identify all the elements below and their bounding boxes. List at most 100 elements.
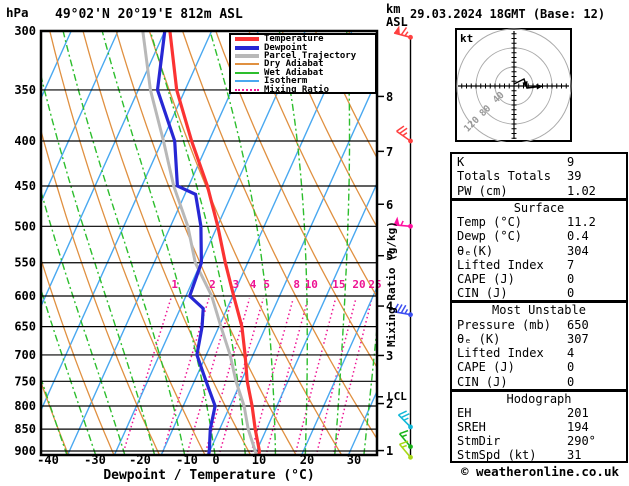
km-tick-label: 6 [386, 198, 393, 212]
mixing-ratio-label: 5 [263, 278, 270, 291]
table-row-value: 31 [567, 448, 582, 462]
temp-tick-label: -20 [129, 453, 151, 467]
pressure-tick-label: 600 [14, 289, 36, 303]
lcl-label: LCL [387, 390, 407, 403]
dry-adiabat-line [82, 30, 252, 456]
table-title: Hodograph [506, 392, 572, 406]
hodograph-unit-label: kt [460, 32, 473, 45]
wet-adiabat-line [0, 31, 11, 455]
table-title: Most Unstable [492, 303, 586, 318]
pressure-tick-label: 550 [14, 256, 36, 270]
dry-adiabat-line [181, 30, 377, 440]
table-row-label: Lifted Index [457, 346, 544, 361]
km-tick-label: 3 [386, 349, 393, 363]
table-row-label: StmDir [457, 434, 501, 448]
pressure-tick-label: 400 [14, 134, 36, 148]
x-axis-title: Dewpoint / Temperature (°C) [103, 468, 315, 483]
mixing-ratio-label: 20 [352, 278, 365, 291]
table-row-value: 0 [567, 374, 575, 389]
pressure-tick-label: 800 [14, 399, 36, 413]
table-row: SREH 194 [452, 420, 626, 434]
legend-swatch-thick [235, 45, 259, 50]
table-row-label: Pressure (mb) [457, 317, 551, 332]
pressure-tick-label: 300 [14, 24, 36, 38]
table-row-value: 11.2 [567, 215, 596, 230]
table-row-label: θₑ(K) [457, 243, 494, 258]
surface-table: Surface Temp (°C) 11.2 Dewp (°C) 0.4 θₑ(K) 304… [450, 199, 628, 302]
table-row: CAPE (J) 0 [452, 272, 626, 286]
mixing-ratio-label: 4 [250, 278, 257, 291]
mixing-ratio-line [332, 298, 373, 456]
table-row-label: CAPE (J) [457, 271, 515, 286]
table-row-value: 39 [567, 169, 582, 183]
mixing-ratio-line [121, 298, 172, 456]
table-row-value: 194 [567, 420, 589, 434]
table-row-value: 650 [567, 317, 589, 332]
table-row-label: CIN (J) [457, 374, 508, 389]
wet-adiabat-line [334, 30, 351, 456]
table-row: θₑ(K) 304 [452, 244, 626, 258]
table-row-label: K [457, 154, 465, 169]
table-row-value: 307 [567, 331, 589, 346]
legend-swatch-dotted [235, 88, 259, 91]
table-row-value: 4 [567, 346, 575, 361]
table-row: Lifted Index 4 [452, 346, 626, 360]
table-row-label: θₑ (K) [457, 331, 501, 346]
table-row-label: Dewp (°C) [457, 229, 523, 244]
table-row-value: 201 [567, 406, 589, 420]
table-row-label: CIN (J) [457, 285, 508, 300]
table-row: θₑ (K) 307 [452, 332, 626, 346]
table-row-value: 9 [567, 154, 575, 169]
table-row: Lifted Index 7 [452, 258, 626, 272]
wind-barb [393, 25, 413, 40]
table-row-value: 1.02 [567, 183, 596, 198]
table-row-label: StmSpd (kt) [457, 448, 537, 462]
indices-table: K 9 Totals Totals 39 PW (cm) 1.02 [450, 152, 628, 200]
skewt-sounding-page: hPa 49°02'N 20°19'E 812m ASL km ASL 29.0… [0, 0, 629, 486]
table-row: StmSpd (kt) 31 [452, 448, 626, 462]
temp-tick-label: -40 [37, 453, 59, 467]
table-row-label: CAPE (J) [457, 360, 515, 375]
temp-tick-label: 30 [347, 453, 361, 467]
legend-swatch-thin [235, 71, 259, 74]
legend-item: Mixing Ratio [235, 84, 375, 95]
pressure-tick-label: 650 [14, 320, 36, 334]
dry-adiabat-line [314, 30, 377, 160]
table-row-value: 7 [567, 257, 575, 272]
dry-adiabat-line [415, 31, 450, 456]
pressure-tick-label: 750 [14, 374, 36, 388]
table-row: Temp (°C) 11.2 [452, 215, 626, 229]
table-row-value: 304 [567, 243, 589, 258]
legend-swatch-thick [235, 53, 259, 58]
table-row: Pressure (mb) 650 [452, 318, 626, 332]
most-unstable-table: Most Unstable Pressure (mb) 650 θₑ (K) 307 Li… [450, 301, 628, 391]
pressure-tick-label: 450 [14, 179, 36, 193]
pressure-tick-label: 500 [14, 219, 36, 233]
pressure-tick-label: 700 [14, 348, 36, 362]
table-row-label: Lifted Index [457, 257, 544, 272]
table-row: StmDir 290° [452, 434, 626, 448]
legend-swatch-thick [235, 37, 259, 42]
table-row-label: SREH [457, 420, 486, 434]
mixing-ratio-label: 15 [332, 278, 345, 291]
pressure-tick-label: 900 [14, 444, 36, 458]
legend: Temperature Dewpoint Parcel Trajectory Dry … [229, 33, 377, 95]
legend-swatch-thin [235, 63, 259, 66]
skewt-diagram: 1 2 3 4 5 8 10 15 20 2530035040045050055060065070… [0, 24, 450, 467]
legend-label: Mixing Ratio [264, 84, 330, 95]
km-tick-label: 8 [386, 90, 393, 104]
km-tick-label: 1 [386, 444, 393, 458]
hodograph: 4080120kt [455, 28, 572, 142]
pressure-tick-label: 850 [14, 422, 36, 436]
table-row-value: 0 [567, 271, 575, 286]
temp-tick-label: -10 [176, 453, 198, 467]
wet-adiabat-line [62, 30, 186, 456]
table-row: Dewp (°C) 0.4 [452, 229, 626, 243]
table-row: K9 [452, 155, 626, 169]
temp-tick-label: 20 [300, 453, 314, 467]
temp-tick-label: -30 [84, 453, 106, 467]
table-row-label: Temp (°C) [457, 215, 523, 230]
mixing-ratio-label: 8 [293, 278, 300, 291]
sounding-curves [141, 30, 262, 456]
temp-tick-label: 0 [212, 453, 219, 467]
